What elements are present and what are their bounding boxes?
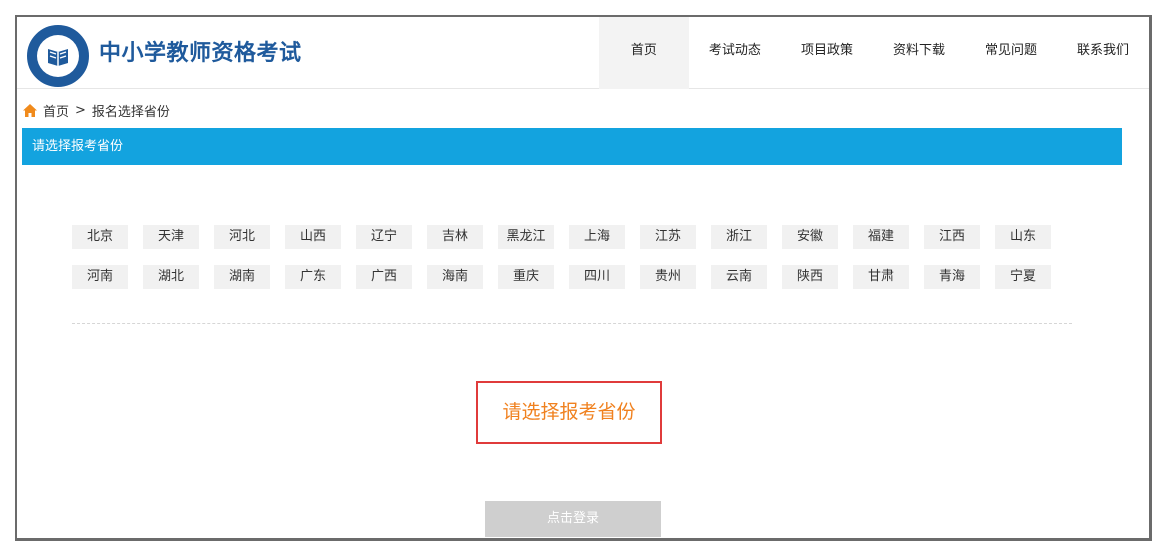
province-button[interactable]: 河北 <box>214 225 270 249</box>
province-button[interactable]: 吉林 <box>427 225 483 249</box>
province-button[interactable]: 贵州 <box>640 265 696 289</box>
province-button[interactable]: 辽宁 <box>356 225 412 249</box>
province-button[interactable]: 宁夏 <box>995 265 1051 289</box>
province-button[interactable]: 青海 <box>924 265 980 289</box>
nav-exam-news[interactable]: 考试动态 <box>689 17 781 89</box>
divider <box>72 323 1072 324</box>
province-button[interactable]: 安徽 <box>782 225 838 249</box>
breadcrumb-home-link[interactable]: 首页 <box>43 101 69 120</box>
province-button[interactable]: 四川 <box>569 265 625 289</box>
page-frame: 中小学教师资格考试 首页 考试动态 项目政策 资料下载 常见问题 联系我们 首页… <box>15 15 1152 541</box>
province-button[interactable]: 云南 <box>711 265 767 289</box>
province-button[interactable]: 湖南 <box>214 265 270 289</box>
province-button[interactable]: 上海 <box>569 225 625 249</box>
section-title-bar: 请选择报考省份 <box>22 128 1122 165</box>
site-header: 中小学教师资格考试 首页 考试动态 项目政策 资料下载 常见问题 联系我们 <box>17 17 1149 89</box>
home-icon <box>23 104 37 117</box>
province-list: 北京 天津 河北 山西 辽宁 吉林 黑龙江 上海 江苏 浙江 安徽 福建 江西 山东河南 湖北 湖南 广东 广西海… <box>72 225 1072 289</box>
login-button[interactable]: 点击登录 <box>485 501 661 537</box>
province-button[interactable]: 山西 <box>285 225 341 249</box>
breadcrumb-current: 报名选择省份 <box>91 105 170 120</box>
breadcrumb-separator: > <box>75 103 86 118</box>
site-title: 中小学教师资格考试 <box>99 41 302 66</box>
nav-faq[interactable]: 常见问题 <box>965 17 1057 89</box>
province-button[interactable]: 福建 <box>853 225 909 249</box>
province-button[interactable]: 陕西 <box>782 265 838 289</box>
nav-policy[interactable]: 项目政策 <box>781 17 873 89</box>
logo-icon <box>27 25 89 87</box>
province-button[interactable]: 黑龙江 <box>498 225 554 249</box>
nav-downloads[interactable]: 资料下载 <box>873 17 965 89</box>
province-button[interactable]: 山东 <box>995 225 1051 249</box>
province-button[interactable]: 浙江 <box>711 225 767 249</box>
province-button[interactable]: 江苏 <box>640 225 696 249</box>
nav-contact[interactable]: 联系我们 <box>1057 17 1149 89</box>
province-button[interactable]: 天津 <box>143 225 199 249</box>
breadcrumb: 首页 > 报名选择省份 <box>23 101 170 120</box>
province-button[interactable]: 湖北 <box>143 265 199 289</box>
province-button[interactable]: 甘肃 <box>853 265 909 289</box>
province-button[interactable]: 江西 <box>924 225 980 249</box>
main-nav: 首页 考试动态 项目政策 资料下载 常见问题 联系我们 <box>598 17 1149 89</box>
province-button[interactable]: 广东 <box>285 265 341 289</box>
province-button[interactable]: 广西 <box>356 265 412 289</box>
province-notice: 请选择报考省份 <box>476 381 662 444</box>
nav-home[interactable]: 首页 <box>598 17 689 89</box>
province-button[interactable]: 重庆 <box>498 265 554 289</box>
province-button[interactable]: 海南 <box>427 265 483 289</box>
province-button[interactable]: 河南 <box>72 265 128 289</box>
province-button[interactable]: 北京 <box>72 225 128 249</box>
